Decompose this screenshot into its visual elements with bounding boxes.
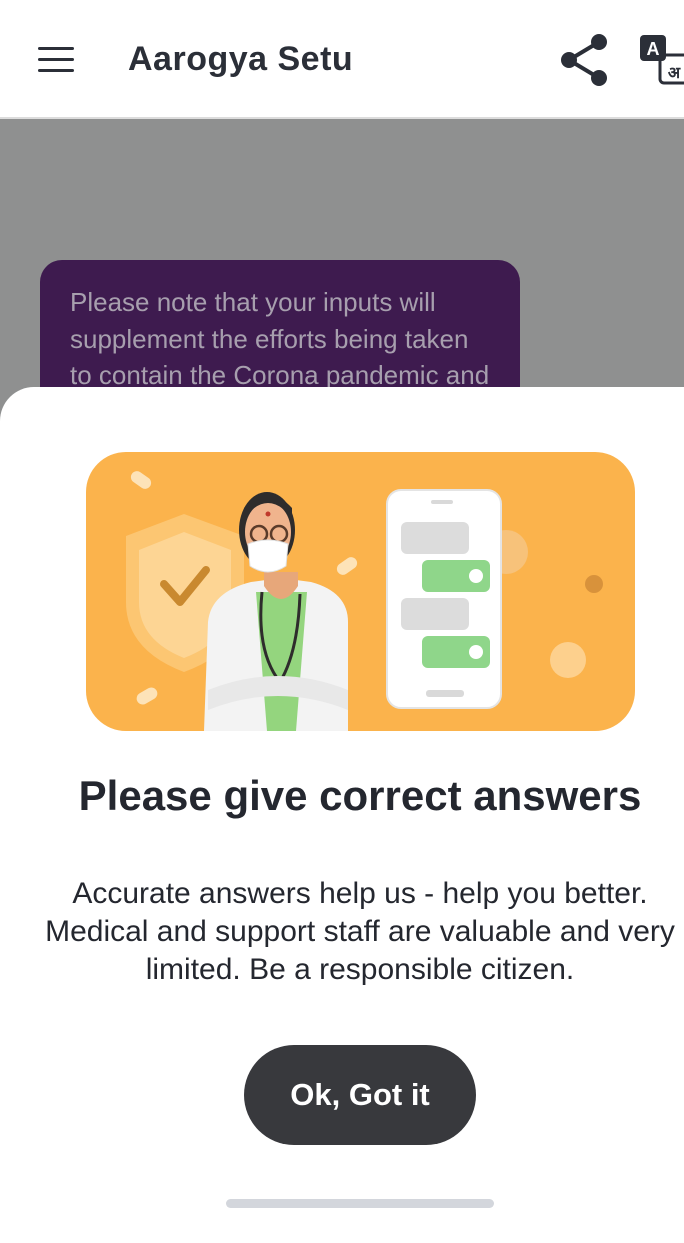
hamburger-menu-icon[interactable] [38,47,74,73]
sheet-title: Please give correct answers [78,772,642,819]
translate-badge-devanagari: अ [668,63,681,82]
app-title: Aarogya Setu [128,40,354,78]
doctor-with-phone-chat-illustration [86,452,635,731]
bottom-sheet: Please give correct answers Accurate ans… [0,387,684,1243]
sheet-description: Accurate answers help us - help you bett… [45,877,675,986]
home-indicator [226,1199,494,1208]
translate-icon[interactable]: A अ [638,33,684,85]
app-bar: Aarogya Setu A अ [0,0,684,119]
ok-got-it-button[interactable]: Ok, Got it [244,1045,476,1145]
share-icon[interactable] [557,32,611,88]
translate-badge-latin: A [647,39,660,59]
